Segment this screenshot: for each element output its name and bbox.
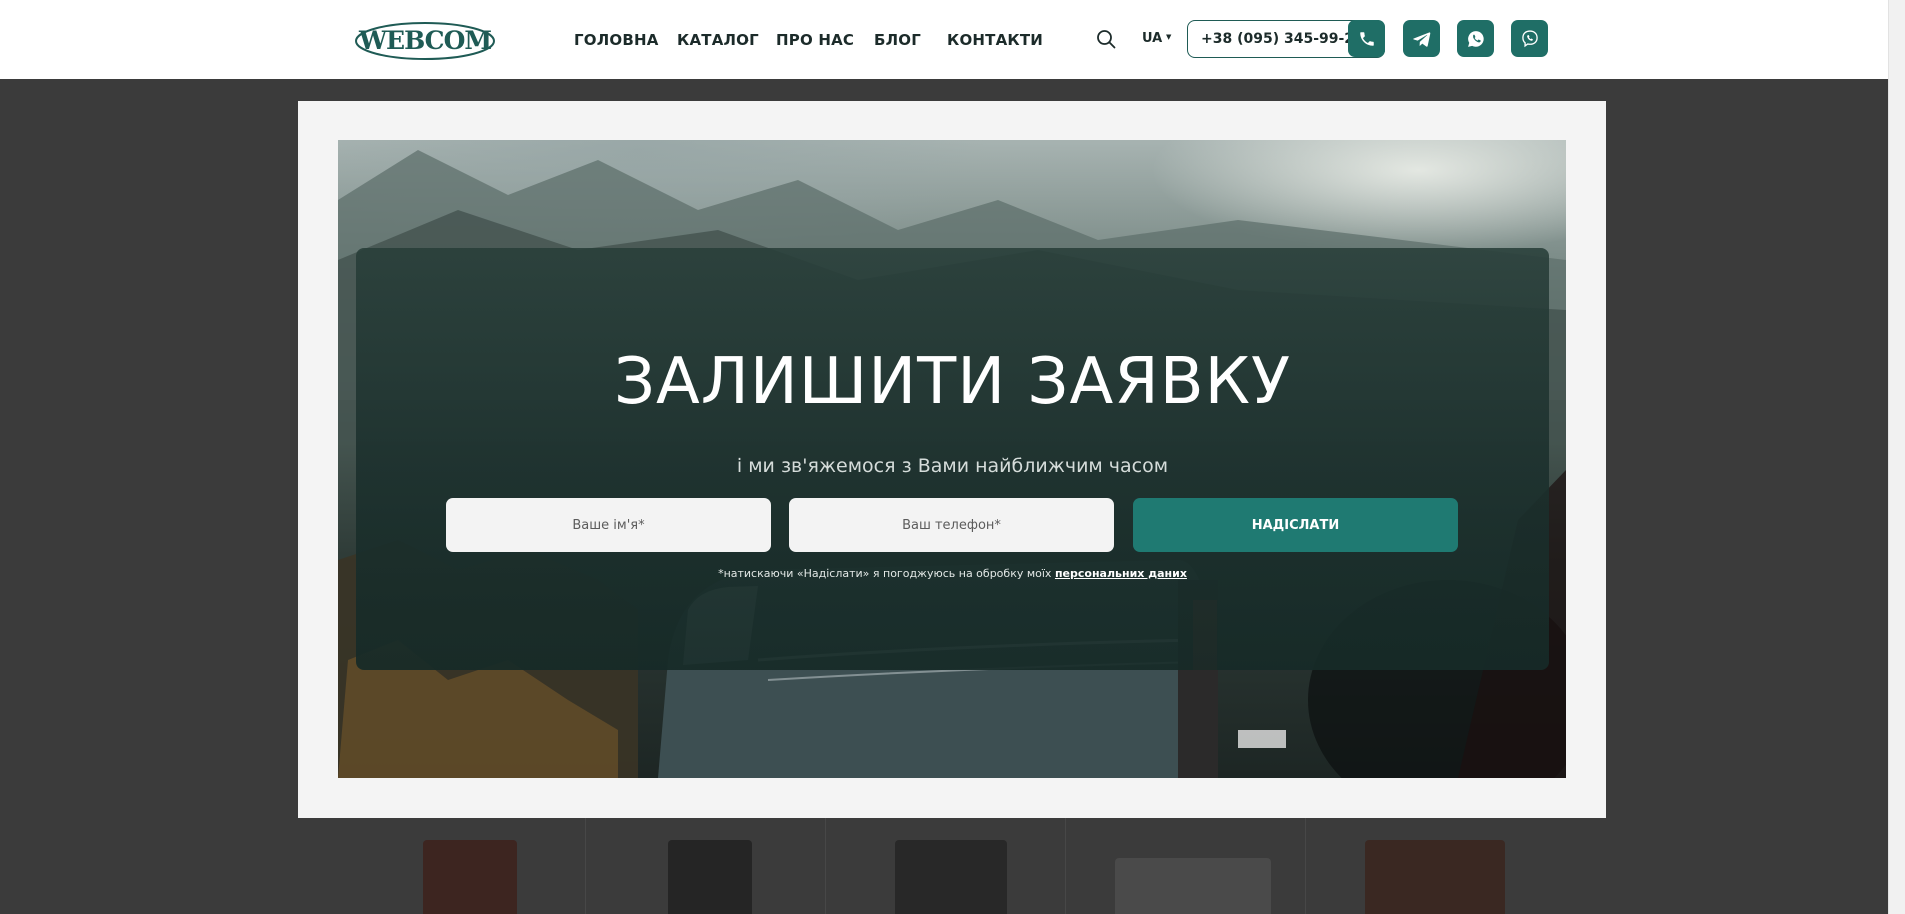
consent-text: *натискаючи «Надіслати» я погоджуюсь на … — [718, 567, 1055, 580]
call-button[interactable] — [1348, 20, 1385, 57]
product-divider — [1065, 818, 1066, 914]
product-divider — [825, 818, 826, 914]
viber-button[interactable] — [1511, 20, 1548, 57]
page-scrollbar[interactable] — [1888, 0, 1905, 914]
webcom-logo[interactable]: WEBCOM — [354, 21, 496, 61]
product-card[interactable] — [1115, 858, 1271, 914]
phone-input[interactable] — [789, 498, 1114, 552]
product-card[interactable] — [1365, 840, 1505, 914]
viber-icon — [1521, 29, 1538, 47]
logo-text: WEBCOM — [358, 26, 491, 55]
chevron-down-icon[interactable]: ⌄ — [743, 35, 751, 45]
telegram-button[interactable] — [1403, 20, 1440, 57]
phone-number: +38 (095) 345-99-20 — [1201, 31, 1364, 47]
nav-item-about[interactable]: ПРО НАС — [776, 31, 854, 49]
form-title: ЗАЛИШИТИ ЗАЯВКУ — [613, 345, 1292, 419]
nav-item-contacts[interactable]: КОНТАКТИ — [947, 31, 1043, 49]
product-card[interactable] — [895, 840, 1007, 914]
phone-icon — [1359, 31, 1374, 46]
nav-item-home[interactable]: ГОЛОВНА — [574, 31, 659, 49]
product-divider — [1305, 818, 1306, 914]
whatsapp-button[interactable] — [1457, 20, 1494, 57]
nav-item-blog[interactable]: БЛОГ — [874, 31, 921, 49]
product-card[interactable] — [423, 840, 517, 914]
consent-note: *натискаючи «Надіслати» я погоджуюсь на … — [356, 567, 1549, 580]
whatsapp-icon — [1467, 30, 1484, 47]
submit-button[interactable]: НАДІСЛАТИ — [1133, 498, 1458, 552]
telegram-icon — [1412, 31, 1430, 47]
product-card[interactable] — [668, 840, 752, 914]
products-strip — [355, 818, 1545, 914]
language-selector[interactable]: UA — [1142, 31, 1162, 46]
form-subtitle: і ми зв'яжемося з Вами найближчим часом — [736, 455, 1169, 477]
caret-down-icon[interactable]: ▼ — [1166, 33, 1171, 41]
search-icon[interactable] — [1096, 29, 1116, 49]
name-input[interactable] — [446, 498, 771, 552]
personal-data-link[interactable]: персональних даних — [1055, 567, 1187, 580]
product-divider — [585, 818, 586, 914]
site-header: WEBCOM ГОЛОВНА КАТАЛОГ ⌄ ПРО НАС БЛОГ КО… — [0, 0, 1905, 79]
